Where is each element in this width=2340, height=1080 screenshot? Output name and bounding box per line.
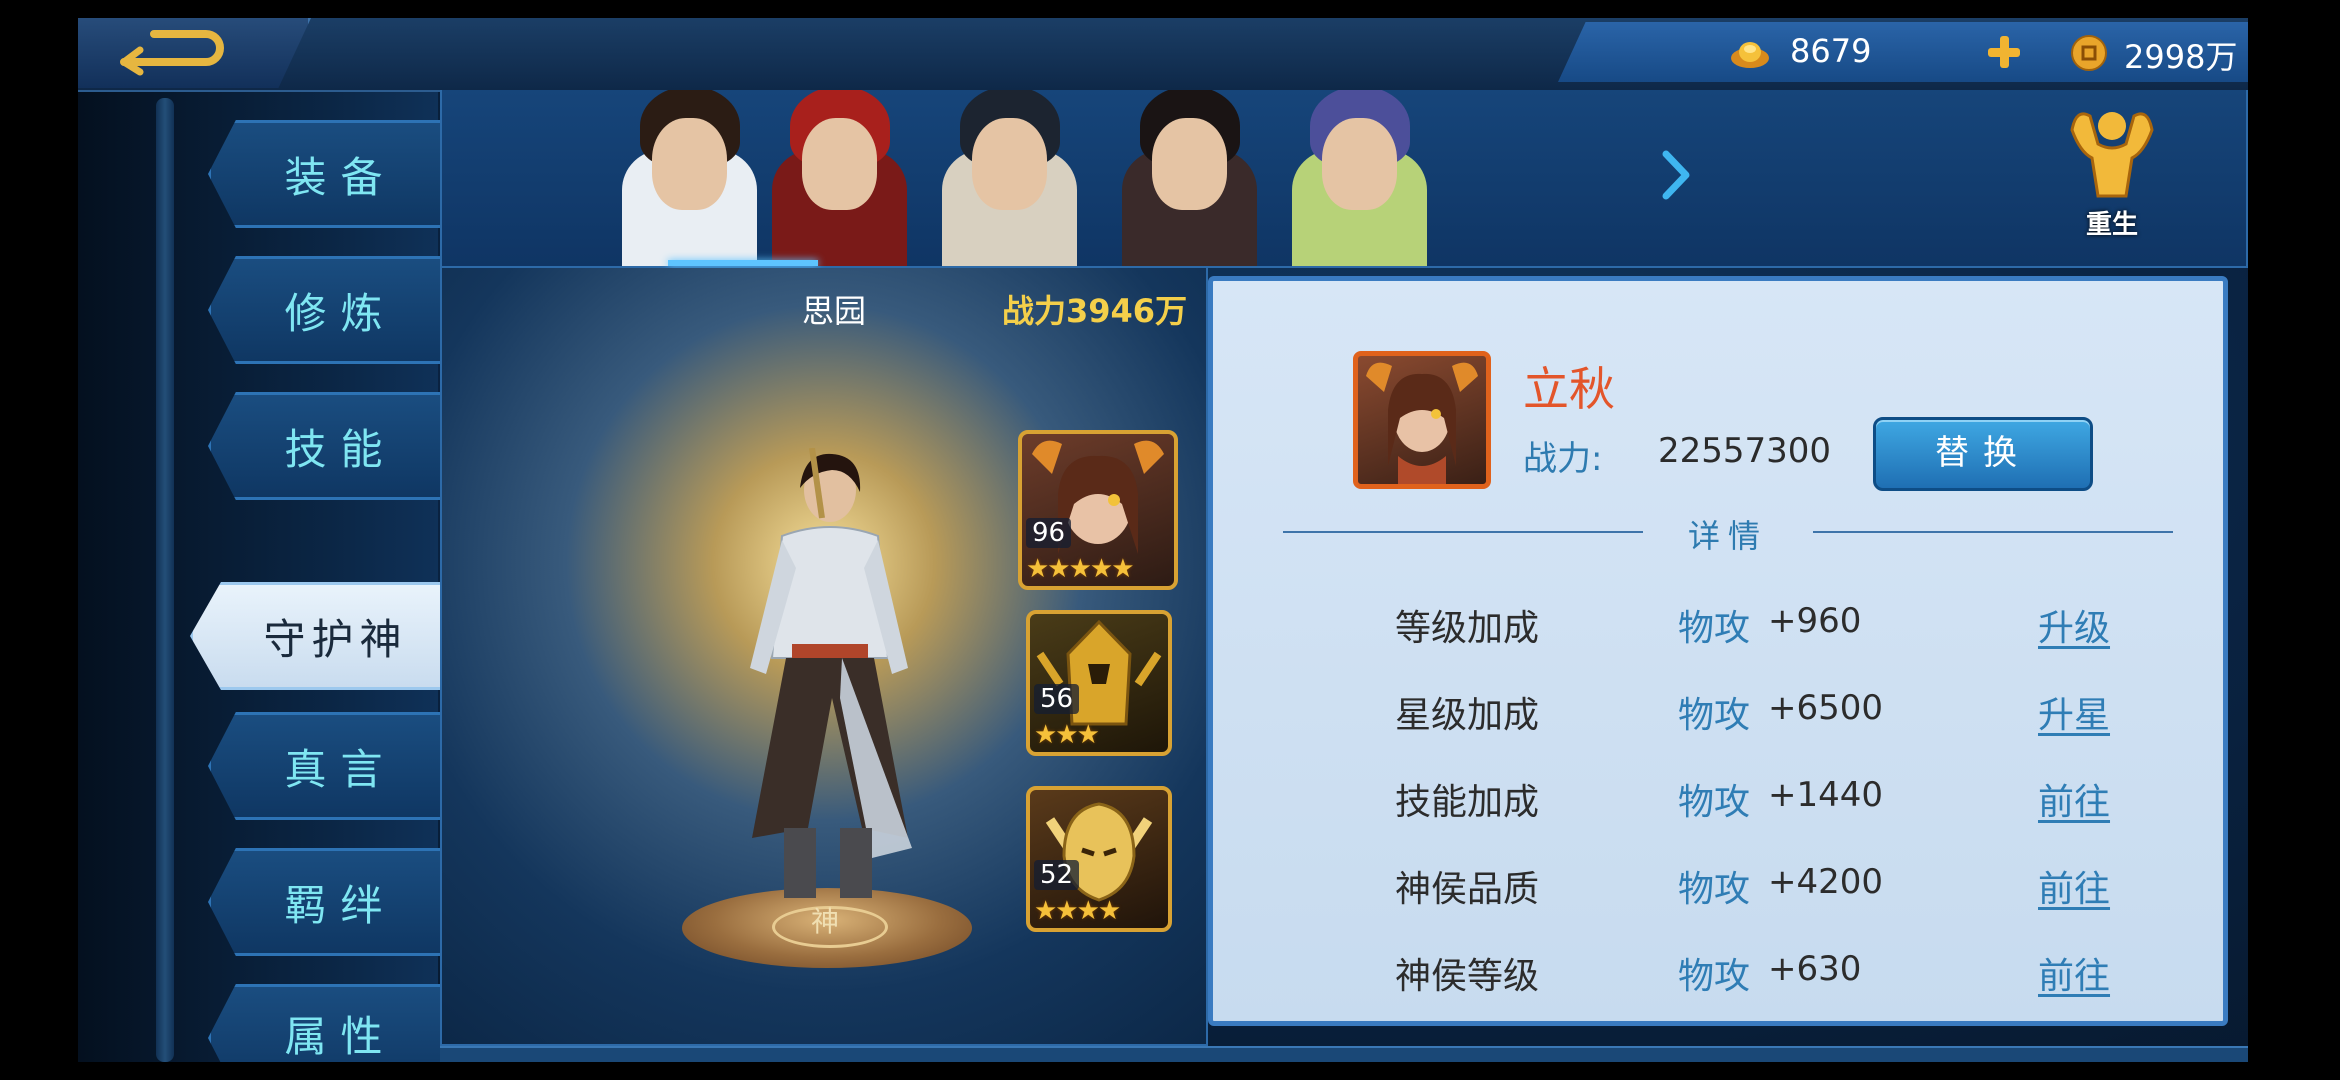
guardian-card-1[interactable]: 96 ★★★★★ xyxy=(1018,430,1178,590)
character-power: 战力3946万 xyxy=(1002,292,1188,330)
stat-label: 等级加成 xyxy=(1395,608,1540,649)
hero-portrait-3[interactable] xyxy=(912,90,1107,266)
menu-equipment[interactable]: 装备 xyxy=(208,120,440,228)
stat-row-star-bonus: 星级加成 物攻 +6500 升星 xyxy=(1213,686,2223,746)
details-section-title: 详情 xyxy=(1687,517,1768,555)
stat-type: 物攻 xyxy=(1678,695,1751,736)
hero-portrait-5[interactable] xyxy=(1262,90,1457,266)
stat-row-skill-bonus: 技能加成 物攻 +1440 前往 xyxy=(1213,773,2223,833)
stat-row-quality: 神侯品质 物攻 +4200 前往 xyxy=(1213,860,2223,920)
guardian-power-value: 22557300 xyxy=(1658,431,1832,471)
stat-value: +1440 xyxy=(1768,775,1884,815)
menu-label: 属性 xyxy=(284,1012,397,1061)
divider-right xyxy=(1813,531,2173,533)
menu-label: 修炼 xyxy=(284,288,397,338)
stat-label: 星级加成 xyxy=(1395,695,1540,736)
game-screen: 8679 2998万 重生 装备 修炼 技能 守护神 真言 羁绊 属性 思园 战… xyxy=(78,18,2248,1062)
menu-label: 技能 xyxy=(284,424,397,474)
guardian-level: 52 xyxy=(1034,860,1080,890)
hero-selector-strip: 重生 xyxy=(440,90,2248,268)
gold-ingot-icon xyxy=(1731,42,1769,68)
stat-value: +960 xyxy=(1768,601,1862,641)
ingot-amount: 8679 xyxy=(1790,32,1872,70)
add-ingot-button[interactable] xyxy=(1986,34,2022,70)
stat-row-guardian-level: 神侯等级 物攻 +630 前往 xyxy=(1213,947,2223,1007)
menu-label: 守护神 xyxy=(263,614,408,664)
guardian-card-3[interactable]: 52 ★★★★ xyxy=(1026,786,1172,932)
stat-label: 神侯等级 xyxy=(1395,956,1540,997)
back-arrow-icon xyxy=(120,30,224,76)
menu-bond[interactable]: 羁绊 xyxy=(208,848,440,956)
guardian-stars: ★★★ xyxy=(1034,720,1100,750)
muscle-figure-icon xyxy=(2070,112,2154,198)
menu-label: 装备 xyxy=(284,152,397,202)
bottom-frame xyxy=(440,1046,2248,1062)
menu-skills[interactable]: 技能 xyxy=(208,392,440,500)
stat-value: +4200 xyxy=(1768,862,1884,902)
stat-type: 物攻 xyxy=(1678,869,1751,910)
star-up-link[interactable]: 升星 xyxy=(2038,686,2110,738)
stat-value: +630 xyxy=(1768,949,1862,989)
stat-type: 物攻 xyxy=(1678,956,1751,997)
stat-row-level-bonus: 等级加成 物攻 +960 升级 xyxy=(1213,599,2223,659)
stat-type: 物攻 xyxy=(1678,608,1751,649)
guardian-stars: ★★★★★ xyxy=(1026,554,1135,584)
guardian-level: 96 xyxy=(1026,518,1072,548)
guardian-card-2[interactable]: 56 ★★★ xyxy=(1026,610,1172,756)
coin-amount: 2998万 xyxy=(2124,38,2238,76)
back-button[interactable] xyxy=(78,18,311,88)
hero-portrait-2[interactable] xyxy=(742,90,937,266)
stat-label: 神侯品质 xyxy=(1395,869,1540,910)
selected-hero-indicator xyxy=(668,260,818,266)
goto-link[interactable]: 前往 xyxy=(2038,773,2110,825)
menu-cultivation[interactable]: 修炼 xyxy=(208,256,440,364)
hero-character-figure[interactable] xyxy=(712,448,942,918)
guardian-avatar[interactable] xyxy=(1353,351,1491,489)
chevron-right-icon[interactable] xyxy=(1660,150,1690,200)
guardian-avatar-image xyxy=(1366,362,1478,484)
guardian-power-label: 战力: xyxy=(1523,439,1603,479)
character-name: 思园 xyxy=(802,292,867,330)
guardian-name: 立秋 xyxy=(1523,362,1615,416)
menu-label: 真言 xyxy=(284,744,397,794)
upgrade-link[interactable]: 升级 xyxy=(2038,599,2110,651)
goto-link[interactable]: 前往 xyxy=(2038,860,2110,912)
divider-left xyxy=(1283,531,1643,533)
stat-label: 技能加成 xyxy=(1395,782,1540,823)
hero-portrait-4[interactable] xyxy=(1092,90,1287,266)
stat-value: +6500 xyxy=(1768,688,1884,728)
guardian-detail-panel: 立秋 战力: 22557300 替换 详情 等级加成 物攻 +960 升级 星级… xyxy=(1208,276,2228,1026)
goto-link[interactable]: 前往 xyxy=(2038,947,2110,999)
menu-label: 羁绊 xyxy=(284,880,397,930)
copper-coin-icon xyxy=(2071,35,2107,71)
top-bar: 8679 2998万 xyxy=(78,18,2248,92)
stat-type: 物攻 xyxy=(1678,782,1751,823)
menu-mantra[interactable]: 真言 xyxy=(208,712,440,820)
character-display: 思园 战力3946万 神 96 ★★★★★ 56 ★★★ 52 ★★★★ xyxy=(440,268,1208,1046)
guardian-level: 56 xyxy=(1034,684,1080,714)
menu-attributes[interactable]: 属性 xyxy=(208,984,440,1062)
rebirth-button[interactable]: 重生 xyxy=(2052,100,2172,250)
menu-guardian[interactable]: 守护神 xyxy=(190,582,448,690)
left-rail-decoration xyxy=(156,98,174,1062)
guardian-stars: ★★★★ xyxy=(1034,896,1121,926)
replace-button[interactable]: 替换 xyxy=(1873,417,2093,491)
rebirth-label: 重生 xyxy=(2085,210,2138,240)
currency-bar: 8679 2998万 xyxy=(1558,22,2248,82)
